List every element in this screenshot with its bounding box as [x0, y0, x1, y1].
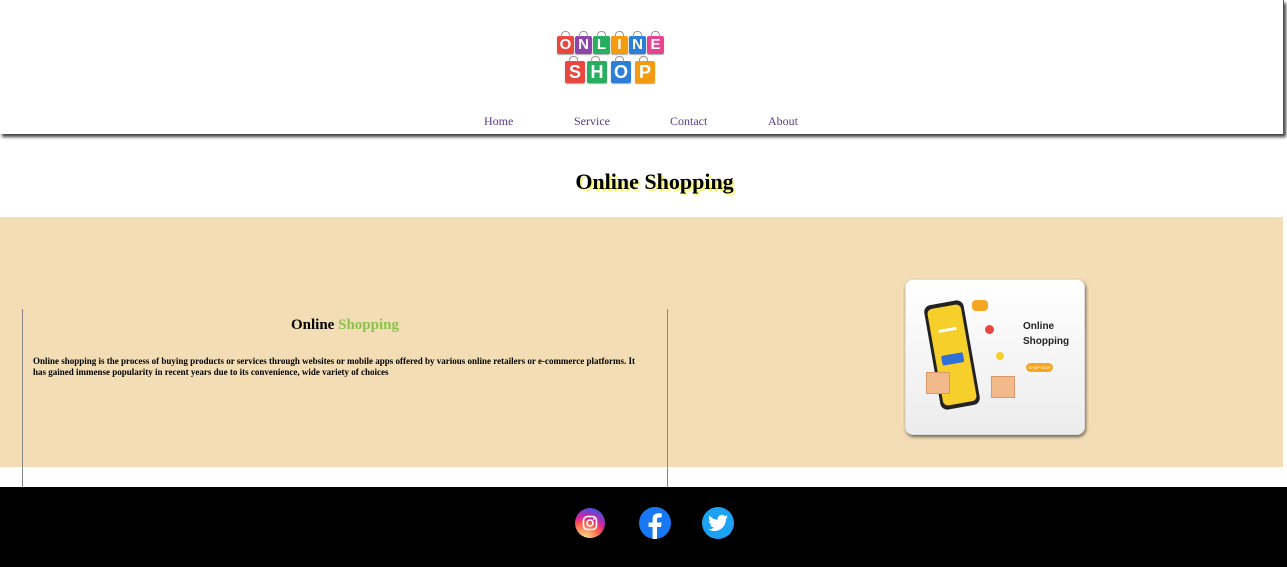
twitter-glyph — [708, 514, 728, 531]
card-description: Online shopping is the process of buying… — [33, 356, 635, 377]
logo-letter: O — [611, 56, 631, 83]
location-pin-icon — [985, 325, 994, 334]
page: O N L I N E S H O P Home Service Contact… — [0, 0, 1287, 567]
nav-service-link[interactable]: Service — [574, 114, 670, 129]
page-title-word: Online — [575, 169, 639, 194]
logo-letter: N — [575, 31, 592, 54]
twitter-icon[interactable] — [702, 507, 734, 539]
page-title-word: Shopping — [644, 169, 734, 194]
instagram-icon[interactable] — [575, 508, 605, 538]
card-title-accent: Shopping — [338, 317, 399, 333]
main-nav: Home Service Contact About — [484, 114, 808, 129]
logo-letter: H — [587, 56, 607, 83]
site-header: O N L I N E S H O P Home Service Contact… — [0, 0, 1284, 134]
facebook-glyph — [648, 513, 662, 539]
package-box-icon — [991, 376, 1015, 398]
promo-heading: Online Shopping — [1023, 319, 1069, 349]
emoji-icon — [996, 352, 1004, 360]
promo-image: Online Shopping SHOP NOW — [905, 279, 1085, 435]
logo-letter: P — [635, 56, 655, 83]
chat-bubble-icon — [972, 300, 988, 311]
card-title-word: Online — [291, 317, 335, 333]
credit-card-icon — [940, 352, 965, 366]
logo-letter: O — [557, 31, 574, 54]
logo-letter: E — [647, 31, 664, 54]
nav-home-link[interactable]: Home — [484, 114, 574, 129]
logo-letter: S — [565, 56, 585, 83]
logo-letter: I — [611, 31, 628, 54]
phone-screen-line — [938, 326, 957, 333]
promo-shop-button: SHOP NOW — [1026, 363, 1053, 372]
logo-letter: L — [593, 31, 610, 54]
page-title: Online Shopping — [0, 169, 1287, 195]
info-card: Online Shopping Online shopping is the p… — [22, 309, 668, 499]
package-box-icon — [926, 372, 950, 394]
nav-about-link[interactable]: About — [768, 114, 808, 129]
logo-letter: N — [629, 31, 646, 54]
nav-contact-link[interactable]: Contact — [670, 114, 768, 129]
online-shop-logo[interactable]: O N L I N E S H O P — [555, 27, 667, 89]
promo-heading-line: Shopping — [1023, 336, 1070, 347]
promo-heading-line: Online — [1023, 321, 1055, 332]
site-footer — [0, 487, 1287, 567]
instagram-glyph — [582, 515, 598, 531]
card-title: Online Shopping — [23, 317, 667, 334]
facebook-icon[interactable] — [639, 507, 671, 539]
